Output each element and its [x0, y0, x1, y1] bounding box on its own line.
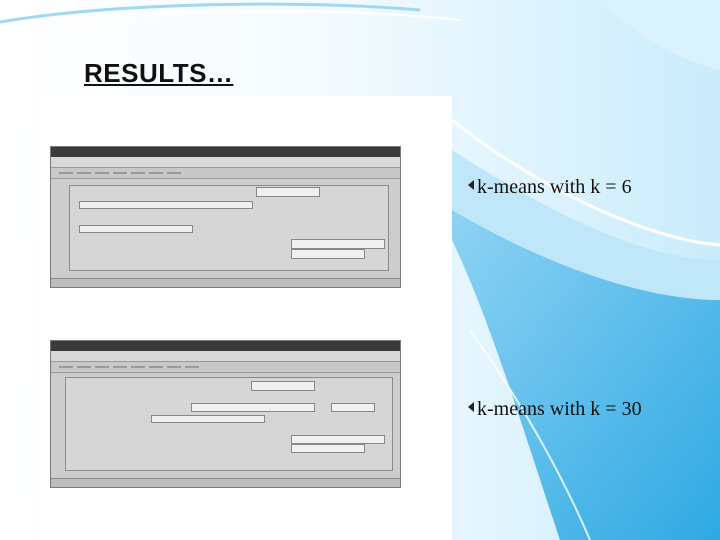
date-field: [251, 381, 315, 391]
window-toolbar: [51, 168, 400, 179]
bullet-item-k6: k-means with k = 6: [468, 176, 632, 199]
slide-title: RESULTS…: [84, 58, 234, 88]
payee-field: [191, 403, 315, 412]
fund-select: [291, 444, 365, 453]
window-statusbar: [51, 478, 400, 487]
window-menubar: [51, 351, 400, 362]
account-select: [291, 435, 385, 444]
check-panel: [65, 377, 393, 471]
amount-words-field: [151, 415, 265, 423]
window-statusbar: [51, 278, 400, 287]
window-titlebar: [51, 147, 400, 157]
bullet-arrow-icon: [468, 402, 474, 412]
account-select: [291, 239, 385, 249]
window-menubar: [51, 157, 400, 168]
date-field: [256, 187, 320, 197]
payee-field: [79, 201, 253, 209]
amount-words-field: [79, 225, 193, 233]
app-screenshot-k30: [50, 340, 401, 488]
window-body: [51, 179, 400, 287]
bullet-arrow-icon: [468, 180, 474, 190]
window-toolbar: [51, 362, 400, 373]
amount-field: [331, 403, 375, 412]
fund-select: [291, 249, 365, 259]
app-screenshot-k6: [50, 146, 401, 288]
bullet-text: k-means with k = 30: [477, 398, 642, 420]
window-titlebar: [51, 341, 400, 351]
bullet-item-k30: k-means with k = 30: [468, 398, 642, 421]
window-body: [51, 373, 400, 487]
bullet-text: k-means with k = 6: [477, 176, 632, 198]
